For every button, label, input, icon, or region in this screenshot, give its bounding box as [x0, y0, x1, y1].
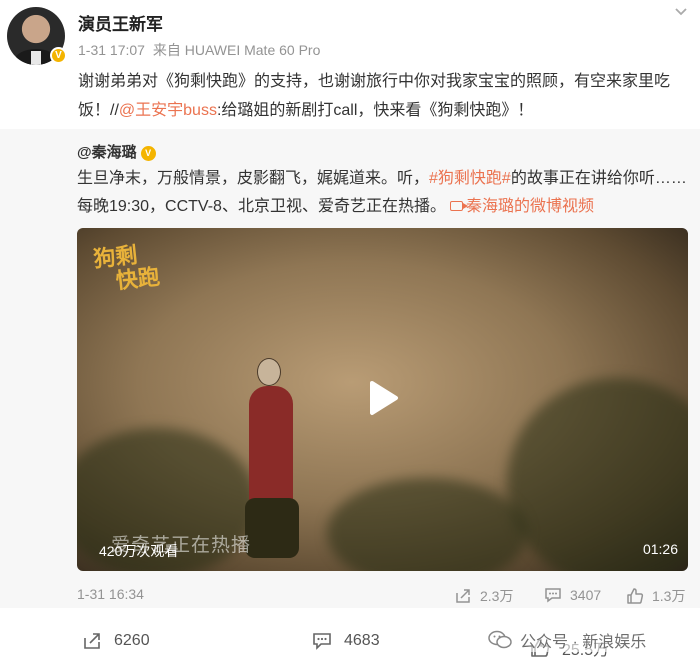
wechat-watermark: 公众号 · 新浪娱乐: [488, 628, 647, 652]
show-logo: 狗剩 快跑: [92, 240, 167, 301]
share-icon: [456, 589, 470, 603]
post-text-after: :给璐姐的新剧打call，快来看《狗剩快跑》！: [216, 102, 534, 119]
chevron-down-icon[interactable]: [674, 4, 688, 20]
verified-gold-icon: V: [140, 145, 156, 161]
mention-link[interactable]: @王安宇buss: [119, 102, 217, 119]
shadow-puppet-head: [257, 358, 281, 386]
original-text: 生旦净末，万般情景，皮影翻飞，娓娓道来。听，#狗剩快跑#的故事正在讲给你听……每…: [77, 165, 687, 221]
video-duration: 01:26: [642, 541, 678, 557]
post-time[interactable]: 1-31 17:07: [78, 42, 145, 58]
author-name[interactable]: 演员王新军: [78, 10, 163, 35]
play-icon[interactable]: [362, 378, 402, 418]
verified-badge-icon: V: [50, 47, 67, 64]
post-source: 来自 HUAWEI Mate 60 Pro: [152, 42, 321, 58]
comment-button[interactable]: 4683: [312, 631, 380, 651]
share-icon: [84, 633, 100, 649]
post-meta: 1-31 17:07 来自 HUAWEI Mate 60 Pro: [78, 40, 324, 60]
original-author-name[interactable]: @秦海璐: [77, 144, 137, 161]
repost-comment-count: 3407: [570, 587, 602, 603]
video-scenery: [327, 478, 527, 571]
original-author[interactable]: @秦海璐 V: [77, 141, 156, 162]
shadow-puppet-legs: [245, 498, 299, 558]
repost-share-button[interactable]: 2.3万: [454, 586, 513, 606]
repost-time[interactable]: 1-31 16:34: [77, 586, 144, 602]
share-count: 6260: [114, 632, 150, 649]
avatar-shirt: [31, 51, 41, 65]
comment-count: 4683: [344, 632, 380, 649]
video-views: 420万次观看: [99, 543, 179, 559]
hashtag-link[interactable]: #狗剩快跑#: [429, 170, 511, 187]
post-text: 谢谢弟弟对《狗剩快跑》的支持，也谢谢旅行中你对我家宝宝的照顾，有空来家里吃饭！/…: [78, 67, 688, 125]
shadow-puppet-figure: [249, 386, 293, 506]
repost-share-count: 2.3万: [480, 588, 514, 604]
original-text-part1: 生旦净末，万般情景，皮影翻飞，娓娓道来。听，: [77, 170, 430, 187]
wechat-icon: [488, 630, 512, 649]
share-button[interactable]: 6260: [82, 631, 150, 651]
watermark-text: 公众号 · 新浪娱乐: [520, 634, 647, 651]
repost-card[interactable]: @秦海璐 V 生旦净末，万般情景，皮影翻飞，娓娓道来。听，#狗剩快跑#的故事正在讲…: [0, 129, 700, 608]
repost-like-count: 1.3万: [652, 588, 686, 604]
video-camera-icon: [449, 201, 468, 211]
repost-like-button[interactable]: 1.3万: [626, 586, 685, 606]
video-link-label[interactable]: 秦海璐的微博视频: [466, 198, 594, 215]
video-player[interactable]: 狗剩 快跑 爱奇艺正在热播 420万次观看 01:26: [77, 228, 688, 571]
comment-icon: [545, 588, 561, 603]
thumbs-up-icon: [627, 588, 644, 604]
video-link[interactable]: 秦海璐的微博视频: [446, 198, 594, 215]
repost-comment-button[interactable]: 3407: [544, 586, 601, 604]
comment-icon: [313, 633, 331, 650]
